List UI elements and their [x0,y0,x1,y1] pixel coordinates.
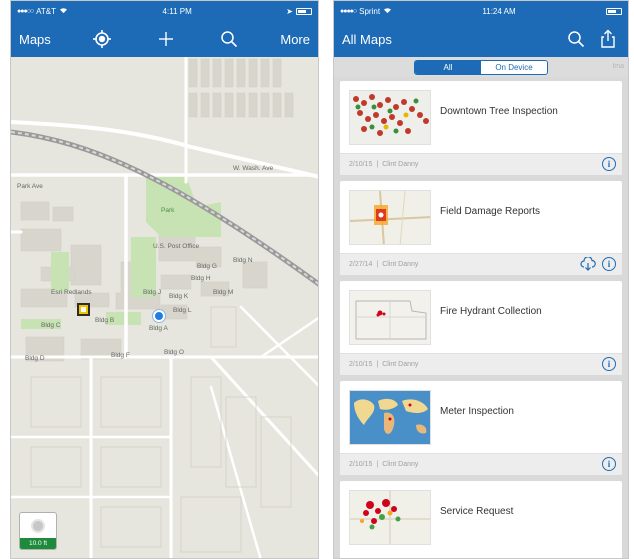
info-icon[interactable]: i [602,357,616,371]
building-label: Bldg D [25,355,45,362]
building-label: Bldg G [197,263,217,270]
building-label: Bldg B [95,317,115,324]
building-label: Bldg C [41,322,61,329]
signal-icon: ●●●●○ [340,7,357,15]
basemap [11,57,318,558]
map-card[interactable]: Field Damage Reports 2/27/14 | Clint Dan… [340,181,622,275]
status-bar: ●●●●○ Sprint 11:24 AM [334,1,628,21]
map-card-date: 2/10/15 [349,361,373,368]
filter-bar: All On Device Ima [334,57,628,77]
map-card-title: Service Request [440,506,514,517]
info-icon[interactable]: i [602,257,616,271]
plus-icon[interactable] [154,27,178,51]
feature-marker[interactable] [77,303,90,316]
map-card-meta: 2/10/15 | Clint Danny i [340,153,622,175]
filter-segmented-control: All On Device [414,59,548,75]
more-button[interactable]: More [280,32,310,47]
carrier-label: AT&T [36,6,56,16]
park-label: Park [161,207,175,214]
meta-separator: | [376,361,379,368]
clock-label: 4:11 PM [162,6,192,16]
building-label: Bldg M [213,289,234,296]
filter-all-tab[interactable]: All [415,60,481,74]
gps-target-icon[interactable] [90,27,114,51]
map-card-date: 2/27/14 [349,261,373,268]
map-card-meta: 2/10/15 | Clint Danny i [340,353,622,375]
collector-maps-list-screen: ●●●●○ Sprint 11:24 AM All Maps All On De… [333,0,629,559]
page-title: All Maps [342,31,392,47]
map-thumbnail [349,290,431,345]
map-card-meta: 2/27/14 | Clint Danny i [340,253,622,275]
building-label: Bldg K [169,293,189,300]
street-label: W. Wash. Ave [233,165,274,172]
map-card-date: 2/10/15 [349,161,373,168]
signal-icon: ●●●○○ [17,7,34,15]
map-card-owner: Clint Danny [382,261,419,268]
gps-accuracy-badge[interactable]: 10.0 ft [19,512,57,550]
wifi-icon [59,7,68,16]
building-label: Bldg A [149,325,168,332]
filter-overflow-label[interactable]: Ima [612,63,624,70]
collector-map-screen: ●●●○○ AT&T 4:11 PM ➤ Maps More Park Ave … [10,0,319,559]
wifi-icon [383,7,392,16]
clock-label: 11:24 AM [482,6,516,16]
gps-accuracy-value: 10.0 ft [20,538,56,549]
map-card-title: Downtown Tree Inspection [440,106,558,117]
battery-icon [605,7,622,15]
map-card[interactable]: Meter Inspection 2/10/15 | Clint Danny i [340,381,622,475]
info-icon[interactable]: i [602,157,616,171]
map-card-title: Fire Hydrant Collection [440,306,542,317]
maps-list: Downtown Tree Inspection 2/10/15 | Clint… [334,77,628,558]
map-card[interactable]: Downtown Tree Inspection 2/10/15 | Clint… [340,81,622,175]
map-thumbnail [349,490,431,545]
street-label: Park Ave [17,183,43,190]
carrier-label: Sprint [359,6,381,16]
building-label: U.S. Post Office [153,243,200,250]
map-card-owner: Clint Danny [382,361,419,368]
map-card-title: Meter Inspection [440,406,514,417]
maps-toolbar: All Maps [334,21,628,57]
gps-status-icon [31,519,45,533]
battery-icon [296,7,312,15]
map-card-date: 2/10/15 [349,461,373,468]
cloud-download-icon[interactable] [580,256,596,273]
current-location-marker [153,310,165,322]
building-label: Bldg J [143,289,162,296]
building-label: Bldg F [111,352,130,359]
search-icon[interactable] [217,27,241,51]
building-label: Bldg O [164,349,184,356]
map-thumbnail [349,190,431,245]
building-label: Bldg H [191,275,211,282]
maps-button[interactable]: Maps [19,32,51,47]
search-icon[interactable] [564,27,588,51]
map-thumbnail [349,90,431,145]
arrow-icon: ➤ [286,6,293,16]
meta-separator: | [376,461,379,468]
map-card[interactable]: Fire Hydrant Collection 2/10/15 | Clint … [340,281,622,375]
map-card-owner: Clint Danny [382,461,419,468]
map-card-owner: Clint Danny [382,161,419,168]
meta-separator: | [376,161,379,168]
info-icon[interactable]: i [602,457,616,471]
share-icon[interactable] [596,27,620,51]
filter-on-device-tab[interactable]: On Device [481,60,547,74]
meta-separator: | [376,261,379,268]
building-label: Esri Redlands [51,289,92,296]
map-card-meta: 2/10/15 | Clint Danny i [340,453,622,475]
map-card-title: Field Damage Reports [440,206,541,217]
map-thumbnail [349,390,431,445]
building-label: Bldg N [233,257,253,264]
status-bar: ●●●○○ AT&T 4:11 PM ➤ [11,1,318,21]
map-view[interactable]: Park Ave W. Wash. Ave Park U.S. Post Off… [11,57,318,558]
map-card[interactable]: Service Request [340,481,622,558]
building-label: Bldg L [173,307,192,314]
map-toolbar: Maps More [11,21,318,57]
